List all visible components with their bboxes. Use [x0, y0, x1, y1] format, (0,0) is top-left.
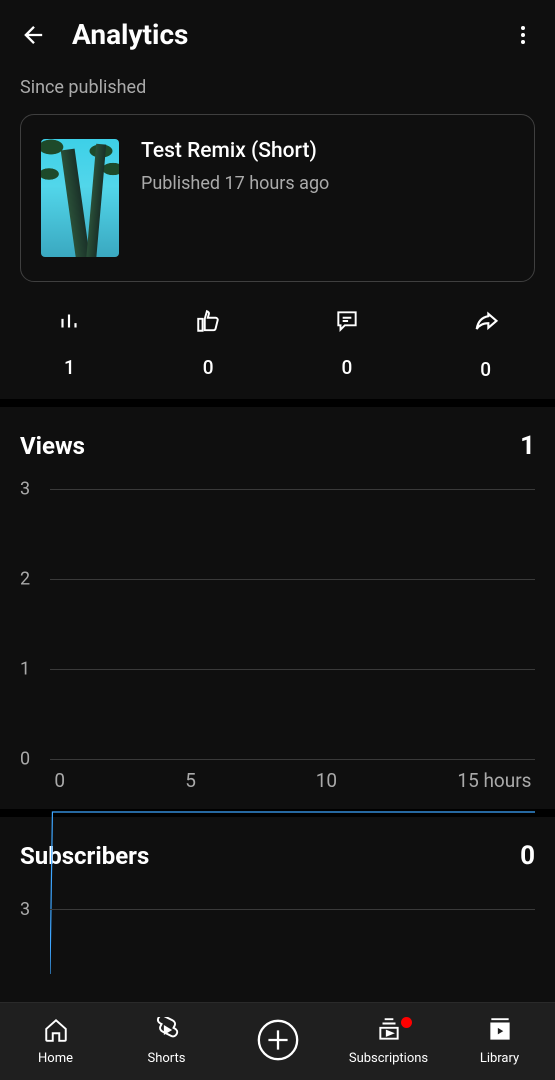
x-tick: 5: [185, 769, 196, 792]
analytics-icon: [56, 308, 82, 338]
nav-shorts[interactable]: Shorts: [111, 1017, 222, 1066]
y-tick: 2: [20, 568, 30, 589]
comment-icon: [334, 308, 360, 338]
y-tick: 1: [20, 658, 30, 679]
nav-create-button[interactable]: [222, 1017, 333, 1067]
nav-subscriptions-label: Subscriptions: [349, 1051, 428, 1066]
stat-likes[interactable]: 0: [139, 308, 278, 381]
stat-comments[interactable]: 0: [278, 308, 417, 381]
plus-circle-icon: [255, 1017, 301, 1067]
stat-likes-value: 0: [203, 356, 214, 379]
views-chart: 3 2 1 0 0 5 10 15 hours: [20, 489, 535, 799]
shorts-icon: [154, 1017, 180, 1047]
y-tick: 3: [20, 899, 30, 920]
video-info: Test Remix (Short) Published 17 hours ag…: [141, 139, 329, 257]
subscriptions-icon: [376, 1017, 402, 1047]
stat-views[interactable]: 1: [0, 308, 139, 381]
more-options-button[interactable]: [511, 23, 535, 47]
bottom-navigation: Home Shorts Subscriptions: [0, 1002, 555, 1080]
notification-badge: [401, 1017, 412, 1028]
x-tick: 0: [54, 769, 65, 792]
home-icon: [43, 1017, 69, 1047]
stat-shares[interactable]: 0: [416, 308, 555, 381]
app-header: Analytics: [0, 0, 555, 69]
nav-library-label: Library: [480, 1051, 519, 1066]
y-tick: 0: [20, 749, 30, 770]
nav-subscriptions[interactable]: Subscriptions: [333, 1017, 444, 1066]
video-card[interactable]: Test Remix (Short) Published 17 hours ag…: [20, 114, 535, 282]
share-icon: [472, 308, 500, 340]
page-title: Analytics: [72, 18, 487, 51]
stat-views-value: 1: [64, 356, 75, 379]
stat-comments-value: 0: [341, 356, 352, 379]
y-tick: 3: [20, 479, 30, 500]
time-range-label: Since published: [0, 69, 555, 114]
library-icon: [487, 1017, 513, 1047]
thumbs-up-icon: [195, 308, 221, 338]
nav-home-label: Home: [38, 1051, 73, 1066]
video-published-time: Published 17 hours ago: [141, 173, 329, 194]
x-tick: 10: [316, 769, 337, 792]
views-section-value: 1: [520, 431, 535, 461]
video-title: Test Remix (Short): [141, 139, 329, 163]
nav-library[interactable]: Library: [444, 1017, 555, 1066]
video-thumbnail: [41, 139, 119, 257]
nav-shorts-label: Shorts: [148, 1051, 186, 1066]
back-button[interactable]: [20, 21, 48, 49]
stats-row: 1 0 0 0: [0, 282, 555, 399]
views-section: Views 1 3 2 1 0 0 5 10 15 hours: [0, 407, 555, 809]
section-divider: [0, 399, 555, 407]
nav-home[interactable]: Home: [0, 1017, 111, 1066]
x-tick: 15 hours: [457, 769, 531, 792]
views-section-title: Views: [20, 432, 85, 460]
stat-shares-value: 0: [480, 358, 491, 381]
